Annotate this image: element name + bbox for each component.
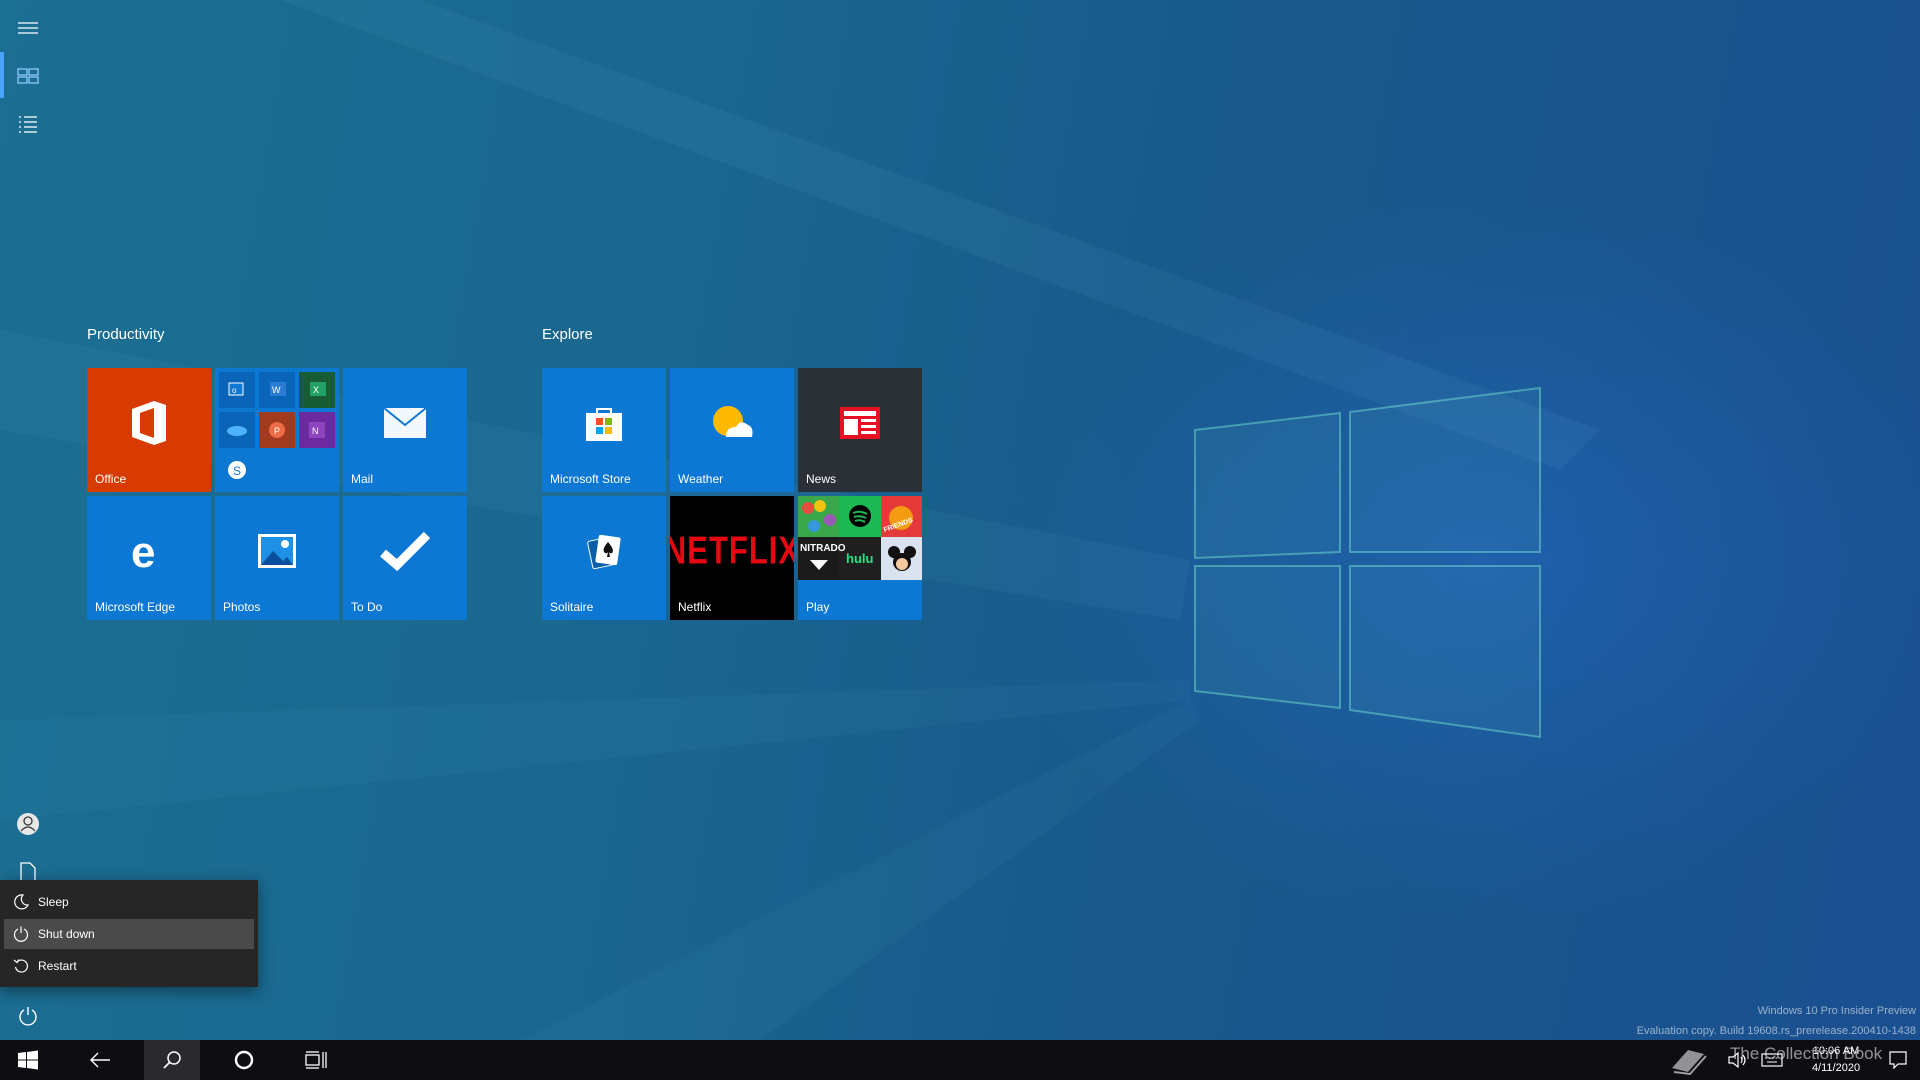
hulu-logo: hulu xyxy=(846,551,874,566)
mail-icon xyxy=(383,407,427,438)
pinned-tiles-button[interactable] xyxy=(0,52,56,100)
photos-icon xyxy=(258,534,296,568)
nitrado-logo: NITRADO xyxy=(800,543,846,554)
news-icon xyxy=(840,407,880,439)
office-icon xyxy=(132,401,166,445)
play-folder-icon xyxy=(798,496,922,580)
office-apps-folder-icon: o W X P N S xyxy=(219,372,335,479)
tiles-view-icon xyxy=(17,68,39,84)
tile-mail[interactable]: Mail xyxy=(343,368,467,492)
cortana-circle-icon xyxy=(234,1050,254,1070)
all-apps-button[interactable] xyxy=(0,100,56,148)
tile-photos[interactable]: Photos xyxy=(215,496,339,620)
overlay-book-logo xyxy=(1666,1040,1710,1080)
menu-item-shut-down[interactable]: Shut down xyxy=(4,919,254,949)
user-account-button[interactable] xyxy=(0,800,56,848)
back-button[interactable] xyxy=(72,1040,128,1080)
hamburger-menu-button[interactable] xyxy=(0,4,56,52)
solitaire-cards-icon xyxy=(587,534,621,570)
restart-icon xyxy=(13,959,29,973)
group-title-explore[interactable]: Explore xyxy=(542,326,593,343)
store-bag-icon xyxy=(586,408,622,441)
start-button[interactable] xyxy=(0,1040,56,1080)
todo-check-icon xyxy=(380,531,431,571)
tile-office[interactable]: Office xyxy=(87,368,211,492)
group-title-productivity[interactable]: Productivity xyxy=(87,326,165,343)
clock[interactable]: 10:06 AM 4/11/2020 xyxy=(1794,1043,1878,1077)
action-center-button[interactable] xyxy=(1878,1040,1918,1080)
svg-text:o: o xyxy=(232,386,237,395)
menu-item-restart[interactable]: Restart xyxy=(4,951,254,981)
tile-solitaire[interactable]: Solitaire xyxy=(542,496,666,620)
edge-icon: e xyxy=(131,531,155,571)
power-options-menu: Sleep Shut down Restart xyxy=(0,880,258,987)
svg-text:S: S xyxy=(233,464,241,478)
all-apps-list-icon xyxy=(19,116,37,133)
windows-start-icon xyxy=(18,1050,38,1070)
moon-icon xyxy=(14,894,29,910)
volume-icon xyxy=(1728,1052,1746,1068)
search-button[interactable] xyxy=(144,1040,200,1080)
cortana-button[interactable] xyxy=(216,1040,272,1080)
power-button[interactable] xyxy=(0,992,56,1040)
book-logo-icon xyxy=(1672,1050,1707,1076)
watermark-line-2: Evaluation copy. Build 19608.rs_prerelea… xyxy=(1636,1025,1916,1037)
tile-to-do[interactable]: To Do xyxy=(343,496,467,620)
notification-icon xyxy=(1889,1051,1907,1069)
search-icon xyxy=(163,1051,181,1069)
clock-time: 10:06 AM xyxy=(1812,1045,1860,1057)
tile-microsoft-store[interactable]: Microsoft Store xyxy=(542,368,666,492)
svg-text:N: N xyxy=(312,426,319,436)
back-arrow-icon xyxy=(90,1052,110,1068)
tile-play-folder[interactable]: NITRADO hulu FRIENDS Play xyxy=(798,496,922,620)
menu-item-sleep[interactable]: Sleep xyxy=(4,887,254,917)
hamburger-menu-icon xyxy=(18,22,38,34)
power-icon xyxy=(19,1007,37,1026)
watermark-line-1: Windows 10 Pro Insider Preview xyxy=(1757,1005,1916,1017)
svg-text:P: P xyxy=(274,426,280,436)
tile-office-apps-folder[interactable]: o W X P N S xyxy=(215,368,339,492)
tile-news[interactable]: News xyxy=(798,368,922,492)
tile-netflix[interactable]: NETFLIX Netflix xyxy=(670,496,794,620)
svg-text:W: W xyxy=(272,385,281,395)
svg-text:X: X xyxy=(313,385,319,395)
documents-icon xyxy=(20,862,36,882)
task-view-icon xyxy=(305,1051,327,1069)
clock-date: 4/11/2020 xyxy=(1811,1062,1861,1074)
user-account-icon xyxy=(17,813,39,835)
tile-microsoft-edge[interactable]: e Microsoft Edge xyxy=(87,496,211,620)
volume-button[interactable] xyxy=(1722,1040,1754,1080)
power-icon xyxy=(13,926,29,942)
keyboard-button[interactable] xyxy=(1754,1040,1790,1080)
svg-text:e: e xyxy=(131,531,155,571)
task-view-button[interactable] xyxy=(288,1040,344,1080)
weather-sun-cloud-icon xyxy=(713,406,753,437)
tile-weather[interactable]: Weather xyxy=(670,368,794,492)
windows-logo-wallpaper xyxy=(1194,386,1541,739)
keyboard-icon xyxy=(1761,1053,1783,1067)
taskbar: The Collection Book 10:06 AM 4/11/2020 xyxy=(0,1040,1920,1080)
